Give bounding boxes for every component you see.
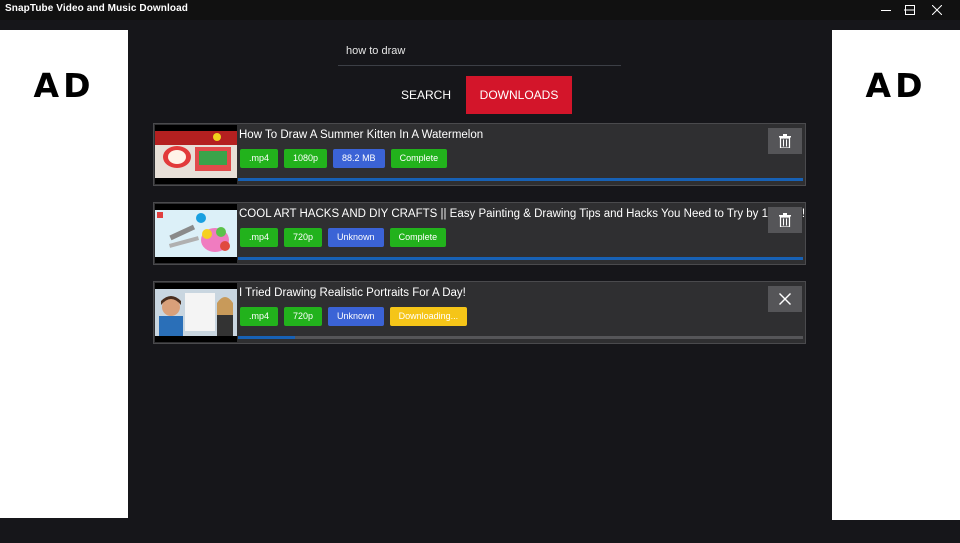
- download-item[interactable]: How To Draw A Summer Kitten In A Waterme…: [153, 123, 806, 186]
- app-title: SnapTube Video and Music Download: [5, 3, 188, 14]
- delete-button[interactable]: [768, 128, 802, 154]
- ad-label: AD: [33, 66, 95, 105]
- title-bar: SnapTube Video and Music Download: [0, 0, 960, 20]
- video-thumbnail[interactable]: [155, 125, 237, 184]
- size-badge: Unknown: [328, 307, 384, 326]
- close-icon: [779, 293, 791, 305]
- status-badge: Complete: [390, 149, 448, 168]
- size-badge: Unknown: [328, 228, 384, 247]
- delete-button[interactable]: [768, 207, 802, 233]
- resolution-badge: 720p: [284, 307, 323, 326]
- size-badge: 88.2 MB: [333, 149, 385, 168]
- video-title: I Tried Drawing Realistic Portraits For …: [239, 287, 466, 299]
- badge-row: .mp4 1080p 88.2 MB Complete: [240, 149, 448, 168]
- close-icon: [932, 5, 942, 15]
- badge-row: .mp4 720p Unknown Downloading...: [240, 307, 468, 326]
- downloads-list: How To Draw A Summer Kitten In A Waterme…: [153, 123, 806, 360]
- video-title: COOL ART HACKS AND DIY CRAFTS || Easy Pa…: [239, 208, 805, 220]
- ad-banner-left[interactable]: AD: [0, 30, 128, 518]
- download-item[interactable]: I Tried Drawing Realistic Portraits For …: [153, 281, 806, 344]
- main-content: AD AD SEARCH DOWNLOADS How To Draw A Su: [0, 20, 960, 543]
- status-badge: Downloading...: [389, 307, 468, 326]
- download-progress-bar: [238, 257, 803, 260]
- format-badge: .mp4: [240, 149, 279, 168]
- resolution-badge: 1080p: [284, 149, 328, 168]
- video-thumbnail[interactable]: [155, 283, 237, 342]
- search-button[interactable]: SEARCH: [388, 76, 464, 114]
- badge-row: .mp4 720p Unknown Complete: [240, 228, 447, 247]
- trash-icon: [779, 213, 791, 227]
- format-badge: .mp4: [240, 228, 279, 247]
- ad-banner-right[interactable]: AD: [832, 30, 960, 520]
- status-badge: Complete: [389, 228, 447, 247]
- progress-fill: [238, 257, 803, 260]
- download-progress-bar: [238, 178, 803, 181]
- format-badge: .mp4: [240, 307, 279, 326]
- ad-label: AD: [865, 66, 927, 105]
- video-title: How To Draw A Summer Kitten In A Waterme…: [239, 129, 484, 141]
- close-window-button[interactable]: [914, 0, 960, 20]
- resolution-badge: 720p: [284, 228, 323, 247]
- trash-icon: [779, 134, 791, 148]
- cancel-download-button[interactable]: [768, 286, 802, 312]
- video-thumbnail[interactable]: [155, 204, 237, 263]
- progress-fill: [238, 178, 803, 181]
- progress-fill: [238, 336, 295, 339]
- downloads-button[interactable]: DOWNLOADS: [466, 76, 572, 114]
- download-progress-bar: [238, 336, 803, 339]
- download-item[interactable]: COOL ART HACKS AND DIY CRAFTS || Easy Pa…: [153, 202, 806, 265]
- search-input[interactable]: [338, 36, 621, 66]
